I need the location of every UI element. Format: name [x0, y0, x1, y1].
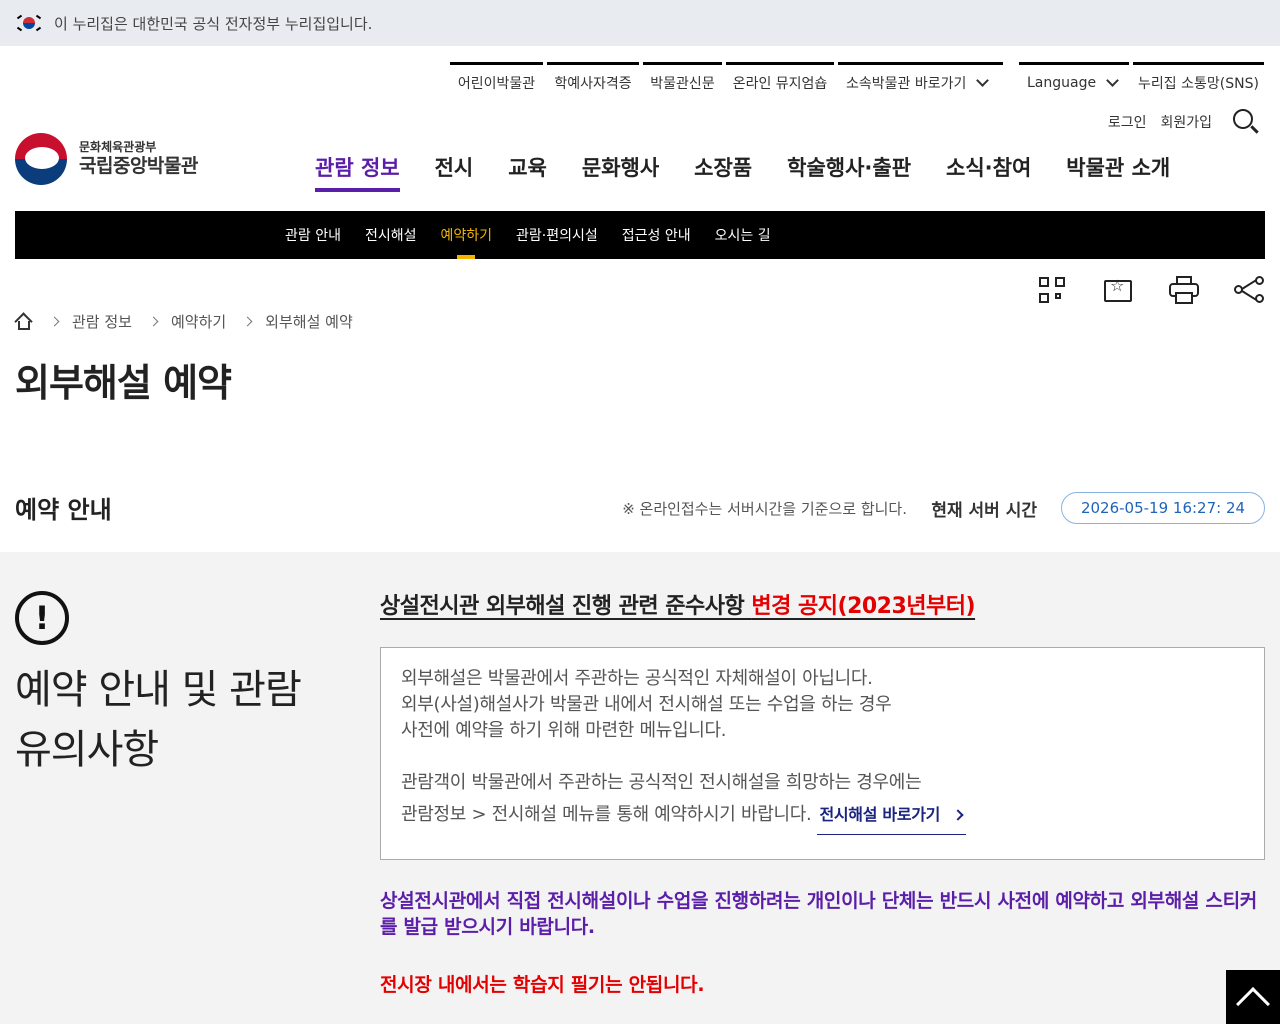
logo-text: 문화체육관광부 국립중앙박물관 [79, 140, 198, 177]
notice-text: 외부해설은 박물관에서 주관하는 공식적인 자체해설이 아닙니다. [401, 668, 873, 689]
notice-text: 관람정보 > 전시해설 메뉴를 통해 예약하시기 바랍니다. [401, 804, 812, 825]
notice-text: 관람객이 박물관에서 주관하는 공식적인 전시해설을 희망하는 경우에는 [401, 772, 922, 793]
chevron-right-icon [148, 316, 159, 327]
server-time-label: 현재 서버 시간 [931, 501, 1037, 521]
gnb-item-collection[interactable]: 소장품 [694, 152, 752, 192]
util-link-kids-museum[interactable]: 어린이박물관 [450, 62, 543, 100]
notice-title-main: 상설전시관 외부해설 진행 관련 준수사항 [380, 594, 752, 619]
notice-red-text: 전시장 내에서는 학습지 필기는 안됩니다. [380, 974, 705, 996]
utility-nav: 어린이박물관 학예사자격증 박물관신문 온라인 뮤지엄숍 소속박물관 바로가기 … [0, 62, 1280, 102]
section-title: 예약 안내 [15, 496, 112, 524]
notice-purple-text: 상설전시관에서 직접 전시해설이나 수업을 진행하려는 개인이나 단체는 반드시… [380, 890, 1257, 938]
notice-box: 외부해설은 박물관에서 주관하는 공식적인 자체해설이 아닙니다. 외부(사설)… [380, 647, 1265, 860]
subnav-item-facilities[interactable]: 관람·편의시설 [516, 211, 598, 259]
search-icon[interactable] [1232, 108, 1260, 136]
chevron-right-icon [952, 809, 964, 821]
notice-side-title-line2: 유의사항 [15, 727, 159, 773]
docent-shortcut-link[interactable]: 전시해설 바로가기 [817, 802, 967, 835]
notice-side-title-line1: 예약 안내 및 관람 [15, 667, 302, 713]
auth-links: 로그인 회원가입 [1108, 108, 1260, 136]
subnav-item-visit-guide[interactable]: 관람 안내 [285, 211, 341, 259]
gov-banner: 이 누리집은 대한민국 공식 전자정부 누리집입니다. [0, 0, 1280, 46]
util-affiliated-museums-dropdown[interactable]: 소속박물관 바로가기 [838, 62, 1003, 100]
logo-ministry: 문화체육관광부 [79, 140, 157, 155]
subnav-item-accessibility[interactable]: 접근성 안내 [622, 211, 691, 259]
server-time-value: 2026-05-19 16:27: 24 [1061, 492, 1265, 524]
main-nav: 관람 정보 전시 교육 문화행사 소장품 학술행사·출판 소식·참여 박물관 소… [315, 152, 1205, 192]
subnav-item-docent[interactable]: 전시해설 [365, 211, 417, 259]
site-logo[interactable]: 문화체육관광부 국립중앙박물관 [15, 133, 198, 185]
util-link-sns[interactable]: 누리집 소통망(SNS) [1133, 62, 1264, 100]
share-icon[interactable] [1234, 274, 1266, 306]
notice-text: 사전에 예약을 하기 위해 마련한 메뉴입니다. [401, 720, 727, 741]
breadcrumb-item[interactable]: 관람 정보 [72, 311, 132, 332]
home-icon[interactable] [14, 311, 33, 331]
sub-nav: 관람 안내 전시해설 예약하기 관람·편의시설 접근성 안내 오시는 길 [15, 211, 1265, 259]
page-tools: ☆ [1036, 274, 1266, 306]
gnb-item-news[interactable]: 소식·참여 [946, 152, 1031, 192]
breadcrumb: 관람 정보 예약하기 외부해설 예약 [14, 311, 353, 332]
breadcrumb-item[interactable]: 예약하기 [171, 311, 226, 332]
signup-link[interactable]: 회원가입 [1160, 112, 1212, 132]
reservation-header: 예약 안내 ※ 온라인접수는 서버시간을 기준으로 합니다. 현재 서버 시간 … [15, 490, 1265, 526]
notice-title-highlight: 변경 공지(2023년부터) [751, 594, 976, 619]
logo-museum-name: 국립중앙박물관 [79, 154, 198, 177]
util-affiliated-label: 소속박물관 바로가기 [846, 75, 967, 92]
chevron-right-icon [242, 316, 253, 327]
util-link-museum-shop[interactable]: 온라인 뮤지엄숍 [726, 62, 834, 100]
page-title: 외부해설 예약 [15, 361, 232, 405]
exclamation-icon: ! [15, 591, 69, 645]
bookmark-icon[interactable]: ☆ [1102, 274, 1134, 306]
qr-code-icon[interactable] [1036, 274, 1068, 306]
server-time-note: ※ 온라인접수는 서버시간을 기준으로 합니다. [622, 500, 907, 518]
scroll-top-button[interactable] [1226, 970, 1280, 1024]
util-link-newspaper[interactable]: 박물관신문 [643, 62, 722, 100]
util-language-dropdown[interactable]: Language [1019, 62, 1129, 100]
gnb-item-cultural-events[interactable]: 문화행사 [582, 152, 659, 192]
gnb-item-education[interactable]: 교육 [508, 152, 547, 192]
korea-flag-icon [16, 14, 42, 32]
print-icon[interactable] [1168, 274, 1200, 306]
chevron-down-icon [976, 73, 990, 87]
chevron-up-icon [1236, 987, 1270, 1021]
util-language-label: Language [1027, 74, 1097, 91]
util-link-curator-cert[interactable]: 학예사자격증 [547, 62, 639, 100]
gov-banner-text: 이 누리집은 대한민국 공식 전자정부 누리집입니다. [54, 14, 373, 33]
docent-shortcut-label: 전시해설 바로가기 [819, 805, 941, 824]
notice-title: 상설전시관 외부해설 진행 관련 준수사항 변경 공지(2023년부터) [380, 588, 976, 620]
subnav-item-reservation[interactable]: 예약하기 [441, 211, 492, 259]
government-emblem-icon [15, 133, 67, 185]
notice-text: 외부(사설)해설사가 박물관 내에서 전시해설 또는 수업을 하는 경우 [401, 694, 892, 715]
gnb-item-about[interactable]: 박물관 소개 [1066, 152, 1170, 192]
subnav-item-directions[interactable]: 오시는 길 [715, 211, 771, 259]
breadcrumb-item-current[interactable]: 외부해설 예약 [265, 311, 353, 332]
gnb-item-visit-info[interactable]: 관람 정보 [315, 152, 400, 192]
login-link[interactable]: 로그인 [1108, 112, 1147, 132]
notice-side-title: 예약 안내 및 관람 유의사항 [15, 660, 302, 780]
gnb-item-academic[interactable]: 학술행사·출판 [787, 152, 911, 192]
chevron-down-icon [1106, 73, 1119, 87]
gnb-item-exhibition[interactable]: 전시 [435, 152, 474, 192]
chevron-right-icon [49, 316, 60, 327]
